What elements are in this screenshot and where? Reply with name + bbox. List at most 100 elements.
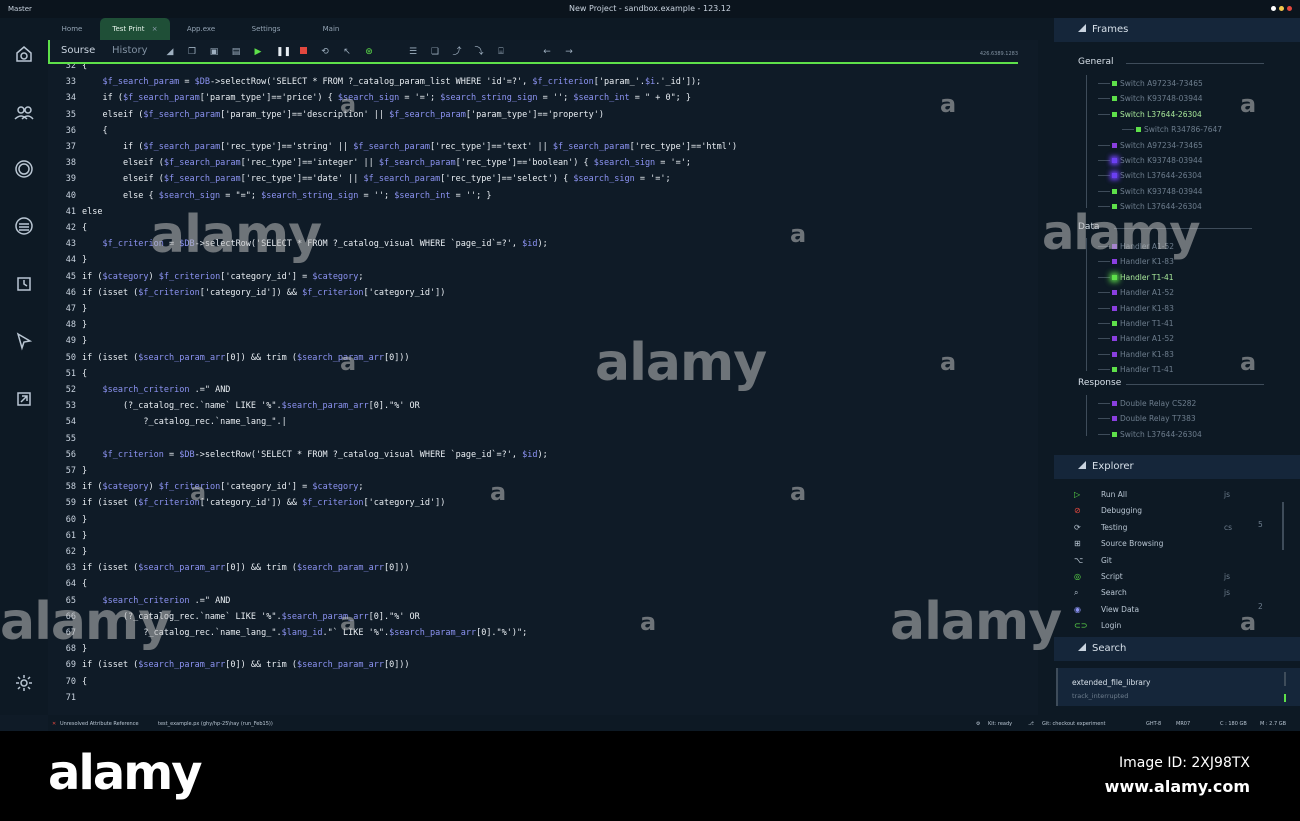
tab-test-print[interactable]: Test Print ×	[100, 18, 170, 40]
window-dot[interactable]	[1287, 6, 1292, 11]
search-box[interactable]: extended_file_library track_interrupted	[1056, 668, 1300, 706]
tab-main[interactable]: Main	[314, 18, 348, 40]
code-text[interactable]: ?_catalog_rec.`name_lang_".|	[82, 417, 286, 427]
status-kit[interactable]: Kit: ready	[988, 721, 1012, 727]
code-text[interactable]: {	[82, 369, 87, 379]
code-line[interactable]: 49}	[48, 336, 1038, 352]
code-line[interactable]: 54 ?_catalog_rec.`name_lang_".|	[48, 417, 1038, 433]
status-file[interactable]: test_example.px (ghy/hp-25\hay (run_Feb1…	[158, 721, 273, 727]
code-line[interactable]: 34 if ($f_search_param['param_type']=='p…	[48, 93, 1038, 109]
save-all-icon[interactable]: ▤	[231, 47, 241, 57]
search-scrollbar[interactable]	[1284, 672, 1286, 686]
tree-item[interactable]: Handler A1-52	[1098, 334, 1174, 343]
tree-item[interactable]: Switch L37644-26304	[1098, 171, 1202, 180]
code-line[interactable]: 45 if ($category) $f_criterion['category_…	[48, 272, 1038, 288]
frames-section-label[interactable]: Response	[1078, 378, 1121, 388]
code-line[interactable]: 53 (?_catalog_rec.`name` LIKE '%".$searc…	[48, 401, 1038, 417]
window-dot[interactable]	[1271, 6, 1276, 11]
code-text[interactable]: }	[82, 531, 87, 541]
explorer-scrollbar[interactable]	[1282, 502, 1284, 550]
code-line[interactable]: 35 elseif ($f_search_param['param_type']…	[48, 110, 1038, 126]
code-text[interactable]: else { $search_sign = "="; $search_strin…	[82, 191, 492, 201]
target-icon[interactable]	[14, 159, 34, 179]
code-text[interactable]: }	[82, 255, 87, 265]
tree-item[interactable]: Switch A97234-73465	[1098, 141, 1203, 150]
code-text[interactable]: $f_criterion = $DB->selectRow('SELECT * …	[82, 450, 547, 460]
code-text[interactable]: if (isset ($search_param_arr[0]) && trim…	[82, 660, 410, 670]
code-text[interactable]: {	[82, 677, 87, 687]
extensions-icon[interactable]	[14, 389, 34, 409]
code-line[interactable]: 38 elseif ($f_search_param['rec_type']==…	[48, 158, 1038, 174]
export-icon[interactable]: ⤴	[452, 47, 462, 57]
code-text[interactable]: }	[82, 320, 87, 330]
window-dot[interactable]	[1279, 6, 1284, 11]
code-text[interactable]: }	[82, 304, 87, 314]
code-text[interactable]: }	[82, 515, 87, 525]
code-line[interactable]: 69 if (isset ($search_param_arr[0]) && tr…	[48, 660, 1038, 676]
frames-section-label[interactable]: General	[1078, 57, 1113, 67]
import-icon[interactable]: ⤵	[474, 47, 484, 57]
tree-item[interactable]: Double Relay CS282	[1098, 399, 1196, 408]
tree-item[interactable]: Handler T1-41	[1098, 273, 1174, 282]
eraser-icon[interactable]: ◢	[165, 47, 175, 57]
search-header[interactable]: Search	[1054, 637, 1300, 661]
code-text[interactable]: elseif ($f_search_param['rec_type']=='da…	[82, 174, 671, 184]
code-line[interactable]: 51 {	[48, 369, 1038, 385]
code-line[interactable]: 36 {	[48, 126, 1038, 142]
explorer-header[interactable]: Explorer	[1054, 455, 1300, 479]
code-line[interactable]: 62}	[48, 547, 1038, 563]
code-line[interactable]: 61}	[48, 531, 1038, 547]
home-icon[interactable]	[14, 44, 34, 64]
tab-history[interactable]: History	[112, 45, 148, 56]
code-line[interactable]: 50 if (isset ($search_param_arr[0]) && tr…	[48, 353, 1038, 369]
step-icon[interactable]: ⟲	[320, 47, 330, 57]
stop-icon[interactable]	[298, 47, 308, 57]
code-line[interactable]: 32 {	[48, 64, 1038, 77]
code-text[interactable]: }	[82, 547, 87, 557]
pause-icon[interactable]: ❚❚	[276, 47, 291, 57]
code-line[interactable]: 56 $f_criterion = $DB->selectRow('SELECT…	[48, 450, 1038, 466]
code-text[interactable]: if ($f_search_param['rec_type']=='string…	[82, 142, 737, 152]
tab-close-icon[interactable]: ×	[152, 25, 158, 33]
build-icon[interactable]: ⊛	[364, 47, 374, 57]
tab-home[interactable]: Home	[52, 18, 92, 40]
layout-icon[interactable]: ☰	[408, 47, 418, 57]
search-input[interactable]: extended_file_library	[1072, 678, 1150, 687]
forward-arrow-icon[interactable]: →	[564, 47, 574, 57]
code-text[interactable]: elseif ($f_search_param['rec_type']=='in…	[82, 158, 691, 168]
code-text[interactable]: }	[82, 466, 87, 476]
code-text[interactable]: }	[82, 336, 87, 346]
code-line[interactable]: 33 $f_search_param = $DB->selectRow('SEL…	[48, 77, 1038, 93]
code-text[interactable]: if ($category) $f_criterion['category_id…	[82, 272, 364, 282]
status-git[interactable]: Git: checkout experiment	[1042, 721, 1105, 727]
code-text[interactable]: {	[82, 64, 87, 71]
settings-gear-icon[interactable]	[14, 673, 34, 693]
code-line[interactable]: 70 {	[48, 677, 1038, 693]
code-text[interactable]: (?_catalog_rec.`name` LIKE '%".$search_p…	[82, 401, 420, 411]
code-text[interactable]: else	[82, 207, 102, 217]
code-text[interactable]: {	[82, 579, 87, 589]
tree-item[interactable]: Handler K1-83	[1098, 350, 1174, 359]
history-icon[interactable]	[14, 274, 34, 294]
cursor-icon[interactable]	[14, 331, 34, 351]
tree-item[interactable]: Handler T1-41	[1098, 365, 1174, 374]
database-icon[interactable]	[14, 216, 34, 236]
window-controls[interactable]	[1271, 6, 1292, 11]
code-line[interactable]: 37 if ($f_search_param['rec_type']=='str…	[48, 142, 1038, 158]
code-text[interactable]: if (isset ($f_criterion['category_id']) …	[82, 498, 445, 508]
tab-app-exe[interactable]: App.exe	[178, 18, 224, 40]
code-text[interactable]: $search_criterion .=" AND	[82, 385, 230, 395]
code-line[interactable]: 55	[48, 434, 1038, 450]
pointer-icon[interactable]: ↖	[342, 47, 352, 57]
tree-item[interactable]: Switch A97234-73465	[1098, 79, 1203, 88]
back-arrow-icon[interactable]: ←	[542, 47, 552, 57]
tree-item[interactable]: Handler K1-83	[1098, 304, 1174, 313]
tree-item[interactable]: Handler T1-41	[1098, 319, 1174, 328]
code-text[interactable]: if ($category) $f_criterion['category_id…	[82, 482, 364, 492]
run-icon[interactable]: ▶	[253, 47, 263, 57]
tab-settings[interactable]: Settings	[244, 18, 288, 40]
code-line[interactable]: 48}	[48, 320, 1038, 336]
code-text[interactable]: $f_search_param = $DB->selectRow('SELECT…	[82, 77, 701, 87]
tree-item[interactable]: Switch L37644-26304	[1098, 110, 1202, 119]
users-icon[interactable]	[14, 102, 34, 122]
